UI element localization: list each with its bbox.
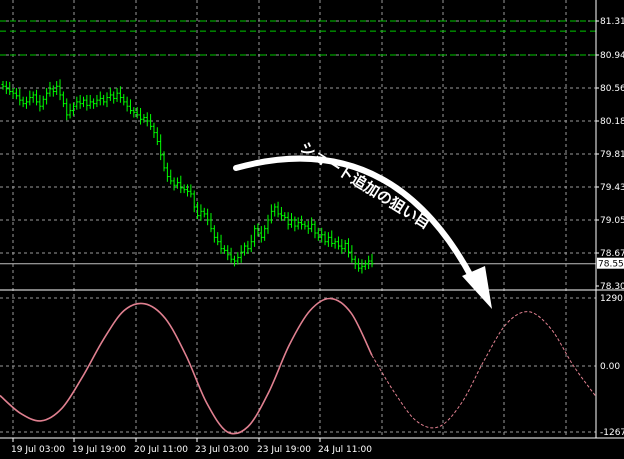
x-tick-label: 24 Jul 11:00 bbox=[318, 445, 372, 455]
annotation-text: ショート追加の狙い目 bbox=[297, 138, 434, 233]
osc-y-tick-label: 0.00 bbox=[600, 362, 620, 372]
x-tick-label: 20 Jul 11:00 bbox=[134, 445, 188, 455]
current-price-label: 78.55 bbox=[598, 260, 624, 270]
x-tick-label: 19 Jul 19:00 bbox=[72, 445, 126, 455]
y-tick-label: 80.94 bbox=[600, 51, 624, 61]
y-tick-label: 79.43 bbox=[600, 183, 624, 193]
annotation: ショート追加の狙い目 bbox=[233, 138, 492, 309]
y-tick-label: 80.18 bbox=[600, 117, 624, 127]
y-tick-label: 78.30 bbox=[600, 282, 624, 292]
x-tick-label: 23 Jul 03:00 bbox=[195, 445, 249, 455]
y-tick-label: 78.67 bbox=[600, 249, 624, 259]
y-tick-label: 79.81 bbox=[600, 150, 624, 160]
price-candles bbox=[1, 79, 374, 274]
y-tick-label: 79.05 bbox=[600, 216, 624, 226]
osc-y-tick-label: 1290. bbox=[600, 294, 624, 304]
oscillator-projected-line bbox=[371, 311, 597, 429]
y-tick-label: 80.56 bbox=[600, 84, 624, 94]
x-tick-label: 19 Jul 03:00 bbox=[11, 445, 65, 455]
osc-y-tick-label: -1267 bbox=[600, 428, 624, 438]
price-oscillator-chart: 81.31 80.94 80.56 80.18 79.81 79.43 79.05 78.67… bbox=[0, 0, 624, 455]
y-tick-label: 81.31 bbox=[600, 17, 624, 27]
x-tick-label: 23 Jul 19:00 bbox=[257, 445, 311, 455]
